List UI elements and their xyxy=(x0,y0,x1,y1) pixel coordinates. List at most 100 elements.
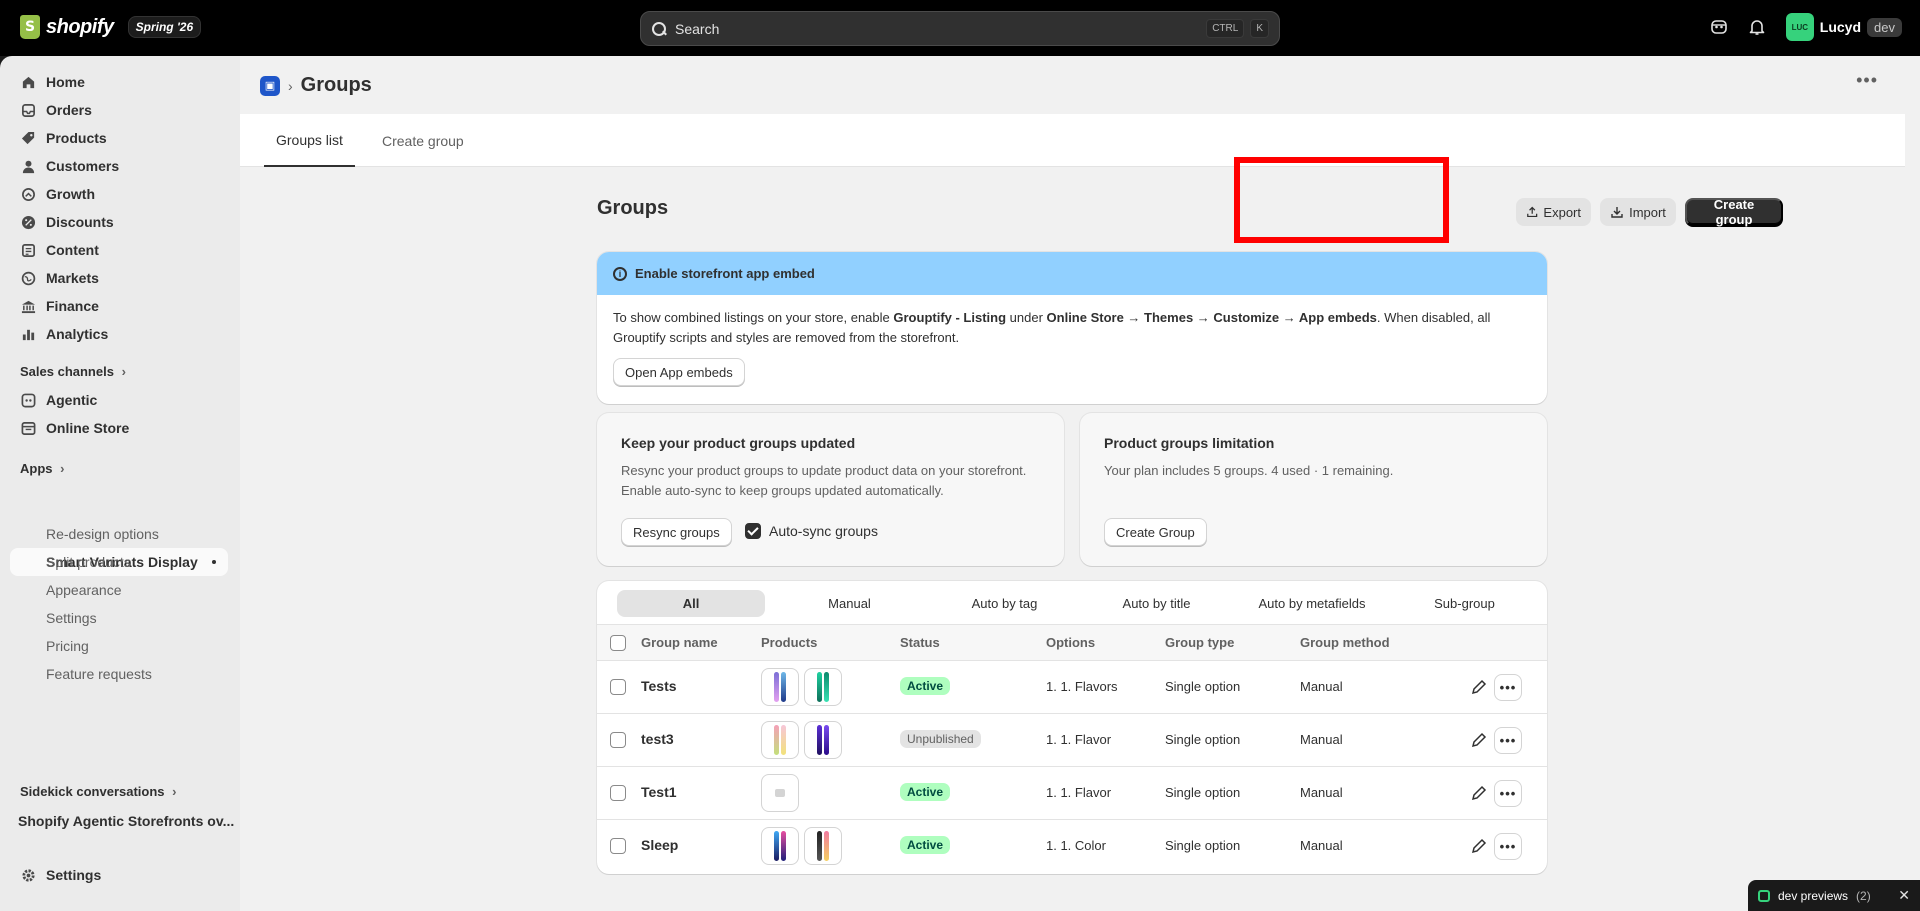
apps-heading[interactable]: Apps › xyxy=(20,461,64,476)
open-app-embeds-button[interactable]: Open App embeds xyxy=(613,358,745,386)
column-header-status: Status xyxy=(900,635,940,650)
row-checkbox[interactable] xyxy=(610,732,626,748)
sidebar-item-growth[interactable]: Growth xyxy=(10,180,228,208)
sidebar-item-orders[interactable]: Orders xyxy=(10,96,228,124)
tab-create-group[interactable]: Create group xyxy=(370,114,476,167)
row-checkbox[interactable] xyxy=(610,838,626,854)
resync-groups-button[interactable]: Resync groups xyxy=(621,518,732,546)
create-group-secondary-button[interactable]: Create Group xyxy=(1104,518,1207,546)
sidebar-item-agentic[interactable]: Agentic xyxy=(10,386,228,414)
filter-tab-sub-group[interactable]: Sub-group xyxy=(1392,590,1537,617)
sidebar-item-online-store[interactable]: Online Store xyxy=(10,414,228,442)
filter-tab-manual[interactable]: Manual xyxy=(777,590,922,617)
sidebar-item-finance[interactable]: Finance xyxy=(10,292,228,320)
import-button[interactable]: Import xyxy=(1600,198,1676,226)
pencil-icon[interactable] xyxy=(1470,678,1488,696)
limit-card: Product groups limitation Your plan incl… xyxy=(1080,413,1547,566)
column-header-group-name: Group name xyxy=(641,635,718,650)
sidebar-item-discounts[interactable]: Discounts xyxy=(10,208,228,236)
table-row[interactable]: test3 Unpublished 1. 1. Flavor Single op… xyxy=(597,714,1547,767)
sidebar-item-analytics[interactable]: Analytics xyxy=(10,320,228,348)
export-button[interactable]: Export xyxy=(1516,198,1591,226)
banner-text: To show combined listings on your store,… xyxy=(597,295,1547,361)
auto-sync-toggle[interactable]: Auto-sync groups xyxy=(745,523,878,539)
group-name[interactable]: Test1 xyxy=(641,784,677,800)
sidebar-item-label: Products xyxy=(46,130,107,146)
user-menu[interactable]: LUC Lucyd dev xyxy=(1785,13,1902,41)
sidekick-conversation-item[interactable]: Shopify Agentic Storefronts ov... xyxy=(18,813,234,829)
sidebar-subitem-appearance[interactable]: Appearance xyxy=(46,582,122,598)
table-row[interactable]: Sleep Active 1. 1. Color Single option M… xyxy=(597,820,1547,873)
select-all-checkbox[interactable] xyxy=(610,635,626,651)
sidebar: Home Orders Products Customers Growth Di… xyxy=(0,56,240,911)
sidekick-heading[interactable]: Sidekick conversations › xyxy=(20,784,176,799)
home-icon xyxy=(20,74,36,90)
page-title: Groups xyxy=(300,74,372,96)
create-group-button[interactable]: Create group xyxy=(1685,197,1783,227)
row-checkbox[interactable] xyxy=(610,679,626,695)
globe-icon xyxy=(20,270,36,286)
sidebar-item-markets[interactable]: Markets xyxy=(10,264,228,292)
sidebar-item-customers[interactable]: Customers xyxy=(10,152,228,180)
group-name[interactable]: Tests xyxy=(641,678,677,694)
bell-icon[interactable] xyxy=(1748,18,1766,36)
sidebar-item-label: Finance xyxy=(46,298,99,314)
page-more-actions-icon[interactable]: ••• xyxy=(1856,70,1878,91)
group-method-value: Manual xyxy=(1300,838,1343,853)
shopify-logo[interactable]: shopify Spring '26 xyxy=(20,15,202,39)
sidebar-subitem-feature-requests[interactable]: Feature requests xyxy=(46,666,152,682)
app-icon[interactable]: ▣ xyxy=(260,75,280,96)
breadcrumb: ▣ › Groups xyxy=(260,74,372,97)
sidekick-icon[interactable] xyxy=(1710,18,1728,36)
filter-tab-auto-by-metafields[interactable]: Auto by metafields xyxy=(1232,590,1392,617)
group-method-value: Manual xyxy=(1300,785,1343,800)
options-value: 1. 1. Flavors xyxy=(1046,679,1118,694)
status-badge: Active xyxy=(900,783,951,801)
group-name[interactable]: test3 xyxy=(641,731,674,747)
status-badge: Active xyxy=(900,836,951,854)
sidebar-item-label: Settings xyxy=(46,867,102,883)
sidebar-item-settings[interactable]: Settings xyxy=(10,861,228,889)
sidebar-subitem-redesign-options[interactable]: Re-design options xyxy=(46,526,159,542)
discount-icon xyxy=(20,214,36,230)
sidebar-subitem-settings[interactable]: Settings xyxy=(46,610,97,626)
sales-channels-heading[interactable]: Sales channels › xyxy=(20,364,126,379)
limit-card-title: Product groups limitation xyxy=(1104,435,1275,451)
group-name[interactable]: Sleep xyxy=(641,837,678,853)
filter-tab-auto-by-title[interactable]: Auto by title xyxy=(1084,590,1229,617)
row-more-button[interactable]: ••• xyxy=(1494,780,1522,807)
dev-previews-label: dev previews xyxy=(1778,888,1849,903)
row-more-button[interactable]: ••• xyxy=(1494,833,1522,860)
close-icon[interactable]: ✕ xyxy=(1898,887,1910,904)
sidebar-item-label: Growth xyxy=(46,186,95,202)
person-icon xyxy=(20,158,36,174)
pencil-icon[interactable] xyxy=(1470,837,1488,855)
row-checkbox[interactable] xyxy=(610,785,626,801)
table-row[interactable]: Test1 Active 1. 1. Flavor Single option … xyxy=(597,767,1547,820)
column-header-group-method: Group method xyxy=(1300,635,1390,650)
product-thumbnail xyxy=(761,721,799,759)
sidebar-subitem-pricing[interactable]: Pricing xyxy=(46,638,89,654)
pencil-icon[interactable] xyxy=(1470,784,1488,802)
filter-tab-all[interactable]: All xyxy=(617,590,765,617)
row-more-button[interactable]: ••• xyxy=(1494,727,1522,754)
filter-tab-auto-by-tag[interactable]: Auto by tag xyxy=(932,590,1077,617)
sidebar-item-products[interactable]: Products xyxy=(10,124,228,152)
table-row[interactable]: Tests Active 1. 1. Flavors Single option… xyxy=(597,661,1547,714)
avatar: LUC xyxy=(1785,13,1814,41)
shortcut-k: K xyxy=(1250,19,1269,38)
growth-icon xyxy=(20,186,36,202)
resync-card-text: Resync your product groups to update pro… xyxy=(621,463,1027,498)
tab-groups-list[interactable]: Groups list xyxy=(264,114,355,167)
tag-icon xyxy=(20,130,36,146)
sidebar-item-content[interactable]: Content xyxy=(10,236,228,264)
pencil-icon[interactable] xyxy=(1470,731,1488,749)
edition-badge[interactable]: Spring '26 xyxy=(127,16,202,38)
sidebar-item-home[interactable]: Home xyxy=(10,68,228,96)
search-bar[interactable]: Search CTRL K xyxy=(640,11,1280,46)
sidebar-subitem-split-products[interactable]: Split products xyxy=(46,554,131,570)
auto-sync-checkbox[interactable] xyxy=(745,523,761,539)
dev-previews-bar[interactable]: dev previews (2) ✕ xyxy=(1748,880,1920,911)
row-more-button[interactable]: ••• xyxy=(1494,674,1522,701)
column-header-products: Products xyxy=(761,635,818,650)
